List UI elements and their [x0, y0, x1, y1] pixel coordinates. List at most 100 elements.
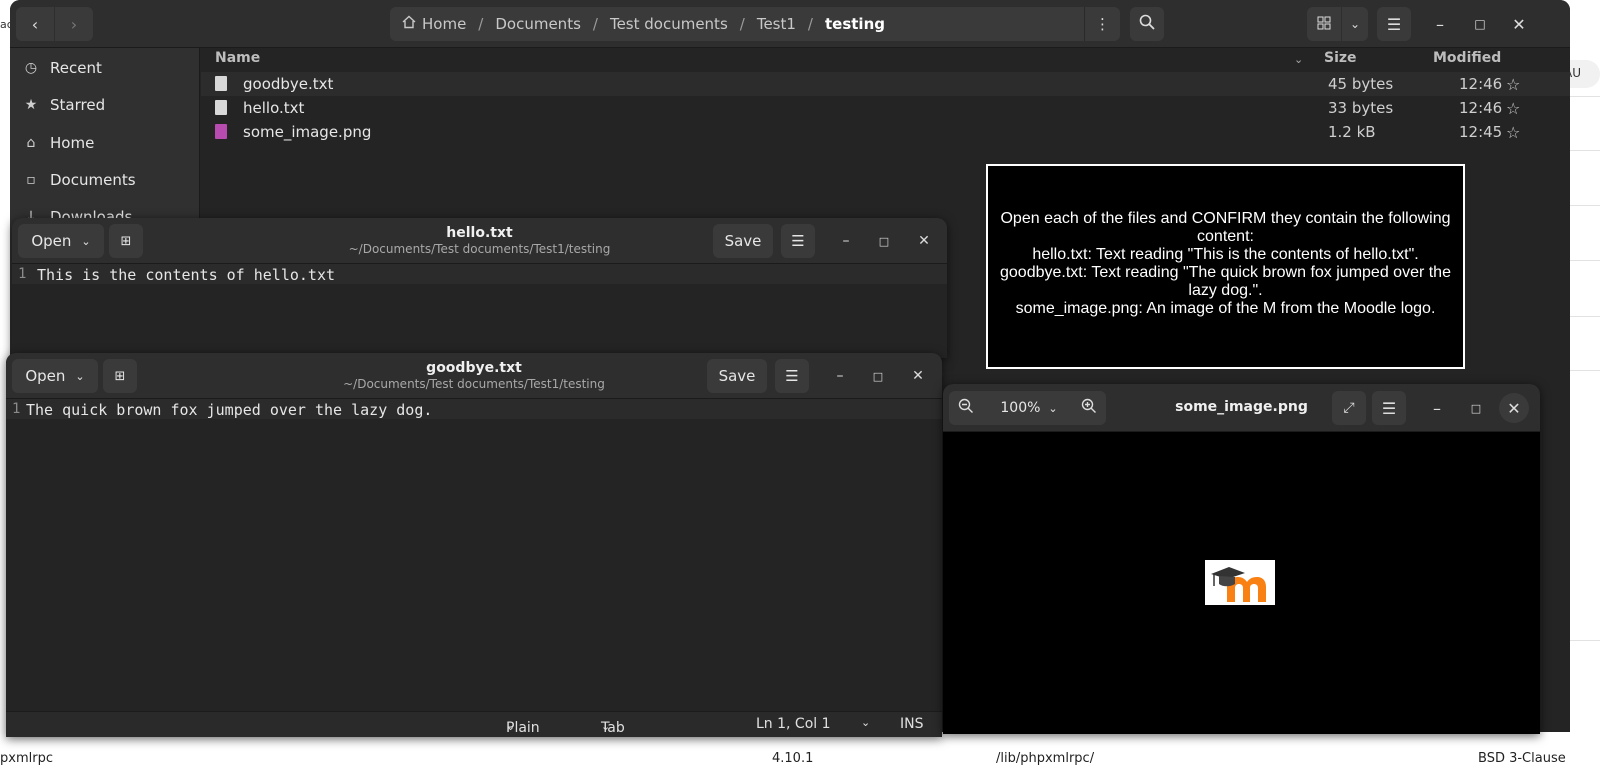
chevron-right-icon: ›	[70, 14, 78, 34]
instruction-text: lazy dog.".	[1188, 282, 1263, 299]
star-icon[interactable]: ☆	[1506, 99, 1520, 118]
breadcrumb-documents[interactable]: Documents	[495, 15, 581, 33]
minimize-icon: –	[842, 233, 850, 249]
line-number: 1	[18, 266, 27, 282]
maximize-button[interactable]: □	[868, 366, 888, 386]
sidebar-item-recent[interactable]: ◷ Recent	[10, 50, 200, 86]
breadcrumb-test-documents[interactable]: Test documents	[610, 15, 728, 33]
search-button[interactable]	[1130, 7, 1164, 41]
home-icon	[402, 15, 416, 33]
bg-cell: 4.10.1	[772, 751, 814, 766]
minimize-button[interactable]: –	[830, 366, 850, 386]
clock-icon: ◷	[24, 60, 38, 76]
column-header-name[interactable]: Name	[215, 50, 260, 72]
minimize-icon: –	[1436, 14, 1444, 34]
instruction-text: Open each of the files and CONFIRM they …	[1000, 210, 1451, 227]
save-label: Save	[724, 232, 762, 250]
sidebar-item-starred[interactable]: ★ Starred	[10, 87, 200, 123]
sidebar-item-label: Starred	[50, 96, 106, 114]
instruction-text: some_image.png: An image of the M from t…	[1015, 300, 1436, 317]
document-icon: ▫	[26, 172, 36, 188]
column-header-modified[interactable]: Modified	[1433, 50, 1501, 72]
maximize-icon: □	[872, 369, 884, 383]
back-button[interactable]: ‹	[16, 7, 54, 41]
maximize-icon: □	[1474, 17, 1486, 31]
text-file-icon	[215, 76, 227, 91]
menu-button[interactable]: ☰	[781, 224, 815, 258]
save-button[interactable]: Save	[713, 224, 773, 258]
file-name: some_image.png	[243, 123, 372, 141]
hamburger-menu-icon: ☰	[785, 367, 799, 385]
view-options-button[interactable]: ⌄	[1342, 7, 1368, 41]
image-file-icon	[215, 124, 227, 139]
viewer-headerbar: 100% ⌄ some_image.png ⤢ ☰ – □ ✕	[943, 384, 1540, 432]
close-button[interactable]: ✕	[914, 231, 934, 251]
path-menu-button[interactable]: ⋮	[1084, 7, 1120, 41]
breadcrumb-home[interactable]: Home	[422, 15, 466, 33]
editor-text[interactable]: This is the contents of hello.txt	[37, 266, 335, 284]
chevron-down-icon[interactable]: ⌄	[861, 716, 870, 729]
close-button[interactable]: ✕	[1499, 393, 1529, 423]
fullscreen-button[interactable]: ⤢	[1332, 391, 1366, 425]
editor-current-line[interactable]: 1 This is the contents of hello.txt	[12, 264, 947, 284]
minimize-button[interactable]: –	[1420, 391, 1454, 425]
instruction-text: content:	[1197, 228, 1254, 245]
cursor-position[interactable]: Ln 1, Col 1	[756, 716, 831, 732]
close-icon: ✕	[1512, 14, 1526, 34]
chevron-down-icon: ⌄	[506, 720, 516, 733]
breadcrumb-separator: /	[478, 15, 484, 33]
hello-editor-window: Open ⌄ ⊞ hello.txt ~/Documents/Test docu…	[12, 218, 947, 358]
breadcrumb-testing[interactable]: testing	[825, 15, 885, 33]
star-icon[interactable]: ☆	[1506, 123, 1520, 142]
star-icon[interactable]: ☆	[1506, 75, 1520, 94]
save-button[interactable]: Save	[707, 359, 767, 393]
file-modified: 12:45	[1459, 123, 1503, 141]
save-label: Save	[718, 367, 756, 385]
sidebar-item-label: Recent	[50, 59, 102, 77]
close-button[interactable]: ✕	[908, 366, 928, 386]
editor-headerbar: Open ⌄ ⊞ hello.txt ~/Documents/Test docu…	[12, 218, 947, 264]
chevron-down-icon: ⌄	[601, 720, 611, 733]
file-size: 1.2 kB	[1328, 123, 1376, 141]
editor-headerbar: Open ⌄ ⊞ goodbye.txt ~/Documents/Test do…	[6, 353, 942, 399]
sidebar-item-documents[interactable]: ▫ Documents	[10, 162, 200, 198]
file-name: goodbye.txt	[243, 75, 334, 93]
status-bar: Plain Text ⌄ Tab Width: 8 ⌄ Ln 1, Col 1 …	[6, 711, 942, 737]
minimize-button[interactable]: –	[1423, 7, 1457, 41]
bg-table-row: pxmlrpc 4.10.1 /lib/phpxmlrpc/ BSD 3-Cla…	[0, 748, 1600, 770]
bg-cell: pxmlrpc	[0, 751, 53, 766]
maximize-icon: □	[878, 234, 890, 248]
editor-text[interactable]: The quick brown fox jumped over the lazy…	[26, 401, 432, 419]
instruction-text: goodbye.txt: Text reading "The quick bro…	[1000, 264, 1451, 281]
main-menu-button[interactable]: ☰	[1377, 7, 1411, 41]
search-icon	[1139, 14, 1155, 34]
table-row[interactable]: hello.txt 33 bytes 12:46 ☆	[201, 96, 1570, 120]
table-row[interactable]: some_image.png 1.2 kB 12:45 ☆	[201, 120, 1570, 144]
close-icon: ✕	[1507, 398, 1521, 418]
chevron-left-icon: ‹	[31, 14, 39, 34]
minimize-icon: –	[836, 368, 844, 384]
sidebar-item-label: Documents	[50, 171, 136, 189]
menu-button[interactable]: ☰	[1372, 391, 1406, 425]
minimize-button[interactable]: –	[836, 231, 856, 251]
sidebar-item-home[interactable]: ⌂ Home	[10, 125, 200, 161]
editor-current-line[interactable]: 1 The quick brown fox jumped over the la…	[6, 399, 942, 419]
file-size: 45 bytes	[1328, 75, 1394, 93]
line-number: 1	[12, 401, 21, 417]
minimize-icon: –	[1433, 398, 1441, 418]
maximize-button[interactable]: □	[1463, 7, 1497, 41]
view-toggle-button[interactable]	[1307, 7, 1341, 41]
table-row[interactable]: goodbye.txt 45 bytes 12:46 ☆	[201, 72, 1570, 96]
breadcrumb-test1[interactable]: Test1	[757, 15, 796, 33]
maximize-button[interactable]: □	[1459, 391, 1493, 425]
breadcrumb-separator: /	[807, 15, 813, 33]
forward-button[interactable]: ›	[55, 7, 93, 41]
close-icon: ✕	[918, 233, 930, 249]
maximize-button[interactable]: □	[874, 231, 894, 251]
hamburger-menu-icon: ☰	[1386, 14, 1402, 34]
close-button[interactable]: ✕	[1502, 7, 1536, 41]
breadcrumb-separator: /	[739, 15, 745, 33]
column-header-size[interactable]: Size	[1324, 50, 1357, 72]
menu-button[interactable]: ☰	[775, 359, 809, 393]
hamburger-menu-icon: ☰	[1381, 398, 1397, 418]
